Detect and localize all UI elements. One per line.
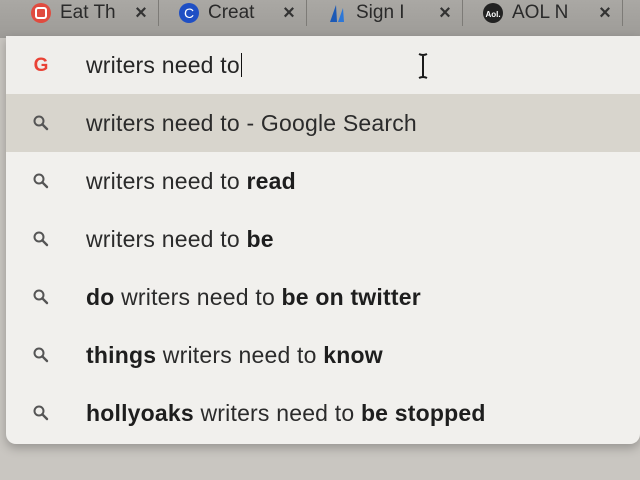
- suggestion-text: hollyoaks writers need to be stopped: [86, 400, 486, 427]
- search-icon: [28, 168, 54, 194]
- tab-sign-in[interactable]: Sign I ×: [316, 0, 463, 26]
- ibeam-cursor-icon: [418, 53, 428, 79]
- aol-logo-text: Aol.: [485, 10, 500, 19]
- text-caret: [240, 52, 242, 77]
- close-tab-icon[interactable]: ×: [130, 2, 152, 25]
- search-icon: [28, 226, 54, 252]
- suggestion-item[interactable]: writers need to read: [6, 152, 640, 210]
- suggestion-text: writers need to - Google Search: [86, 110, 417, 137]
- suggestion-match-bold: know: [323, 341, 383, 368]
- suggestion-item[interactable]: writers need to - Google Search: [6, 94, 640, 152]
- omnibox-dropdown: G writers need to writers need to - Goog…: [6, 36, 640, 444]
- tab-title: AOL N: [512, 2, 569, 23]
- suggestion-item[interactable]: things writers need to know: [6, 326, 640, 384]
- close-tab-icon[interactable]: ×: [278, 2, 300, 25]
- tab-title: Creat: [208, 2, 255, 23]
- tab-title: Eat Th: [60, 2, 116, 23]
- tab-create[interactable]: C Creat ×: [168, 0, 307, 26]
- suggestion-match-bold: be: [246, 225, 274, 252]
- suggestion-text: do writers need to be on twitter: [86, 284, 421, 311]
- search-icon: [28, 110, 54, 136]
- tab-aol[interactable]: Aol. AOL N ×: [472, 0, 623, 26]
- google-g-letter: G: [34, 55, 49, 76]
- aol-logo-icon: Aol.: [482, 2, 504, 24]
- c-logo-letter: C: [184, 5, 194, 21]
- suggestion-text-part: writers need to - Google Search: [86, 109, 417, 136]
- omnibox-value: writers need to: [86, 51, 240, 78]
- suggestion-list: writers need to - Google Search writers n…: [6, 94, 640, 442]
- suggestion-text: writers need to read: [86, 168, 296, 195]
- suggestion-text-part: writers need to: [114, 283, 282, 310]
- tab-eat-this[interactable]: Eat Th ×: [20, 0, 159, 26]
- suggestion-text-part: writers need to: [156, 341, 324, 368]
- suggestion-text-part: writers need to: [86, 167, 247, 194]
- search-icon: [28, 284, 54, 310]
- suggestion-item[interactable]: do writers need to be on twitter: [6, 268, 640, 326]
- suggestion-text: writers need to be: [86, 226, 274, 253]
- suggestion-match-bold: do: [86, 283, 115, 310]
- tab-title: Sign I: [356, 2, 405, 23]
- suggestion-text-part: writers need to: [193, 399, 361, 426]
- omnibox[interactable]: G writers need to: [6, 36, 640, 94]
- suggestion-text-part: writers need to: [86, 225, 247, 252]
- sail-logo-icon: [326, 2, 348, 24]
- close-tab-icon[interactable]: ×: [434, 2, 456, 25]
- c-logo-icon: C: [178, 2, 200, 24]
- search-icon: [28, 342, 54, 368]
- suggestion-item[interactable]: writers need to be: [6, 210, 640, 268]
- blogger-icon: [30, 2, 52, 24]
- suggestion-match-bold: hollyoaks: [86, 399, 194, 426]
- omnibox-input[interactable]: writers need to: [86, 52, 242, 79]
- search-icon: [28, 400, 54, 426]
- suggestion-match-bold: read: [246, 167, 296, 194]
- close-tab-icon[interactable]: ×: [594, 2, 616, 25]
- google-g-icon: G: [28, 52, 54, 78]
- suggestion-text: things writers need to know: [86, 342, 383, 369]
- tab-strip: Eat Th × C Creat × Sign I × Aol. AOL N ×: [0, 0, 640, 38]
- suggestion-match-bold: things: [86, 341, 157, 368]
- suggestion-match-bold: be stopped: [360, 399, 486, 426]
- suggestion-match-bold: be on twitter: [281, 283, 421, 310]
- suggestion-item[interactable]: hollyoaks writers need to be stopped: [6, 384, 640, 442]
